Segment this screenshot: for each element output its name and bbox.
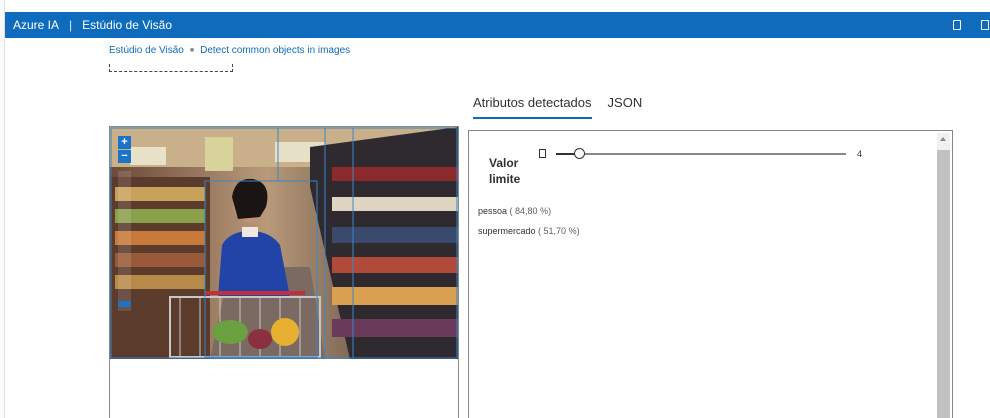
zoom-out-button[interactable]: −: [118, 150, 131, 163]
tab-detected-attributes[interactable]: Atributos detectados: [473, 95, 592, 119]
top-strip: [0, 0, 990, 12]
zoom-slider-thumb[interactable]: [118, 301, 131, 307]
result-tabs: Atributos detectados JSON: [473, 95, 658, 119]
threshold-info-icon[interactable]: [539, 149, 546, 158]
result-confidence: ( 51,70 %): [538, 226, 580, 236]
results-scrollbar[interactable]: [937, 133, 950, 418]
left-edge: [0, 0, 5, 418]
threshold-slider-thumb[interactable]: [574, 148, 586, 159]
threshold-label-line2: limite: [489, 172, 521, 186]
threshold-label: Valor limite: [489, 155, 529, 187]
result-name: pessoa: [478, 206, 508, 216]
result-item-person: pessoa ( 84,80 %): [478, 206, 551, 216]
scroll-up-icon[interactable]: [940, 137, 946, 141]
app-header: Azure IA | Estúdio de Visão: [5, 12, 990, 38]
result-confidence: ( 84,80 %): [509, 206, 552, 216]
results-panel: Valor limite 4 pessoa ( 84,80 %) superme…: [468, 130, 953, 418]
supermarket-photo: [110, 127, 458, 359]
scroll-thumb[interactable]: [937, 150, 950, 418]
result-item-supermarket: supermercado ( 51,70 %): [478, 226, 580, 236]
threshold-slider[interactable]: [556, 148, 846, 159]
image-panel: + −: [109, 126, 459, 418]
threshold-value: 4: [857, 149, 863, 159]
app-title[interactable]: Estúdio de Visão: [82, 18, 172, 32]
header-separator: |: [69, 18, 73, 32]
zoom-slider-track[interactable]: [118, 171, 131, 311]
result-name: supermercado: [478, 226, 536, 236]
window-maximize-icon[interactable]: [981, 20, 989, 30]
breadcrumb-home[interactable]: Estúdio de Visão: [109, 45, 184, 56]
brand-link[interactable]: Azure IA: [13, 18, 59, 32]
breadcrumb-separator-icon: ■: [189, 47, 195, 54]
breadcrumb: Estúdio de Visão ■ Detect common objects…: [109, 45, 350, 56]
breadcrumb-current[interactable]: Detect common objects in images: [200, 45, 350, 56]
threshold-label-line1: Valor: [489, 156, 519, 170]
focus-outline: [109, 64, 233, 72]
window-restore-icon[interactable]: [953, 20, 961, 30]
analyzed-photo: + −: [110, 127, 458, 359]
tab-json[interactable]: JSON: [608, 95, 643, 119]
zoom-in-button[interactable]: +: [118, 136, 131, 149]
